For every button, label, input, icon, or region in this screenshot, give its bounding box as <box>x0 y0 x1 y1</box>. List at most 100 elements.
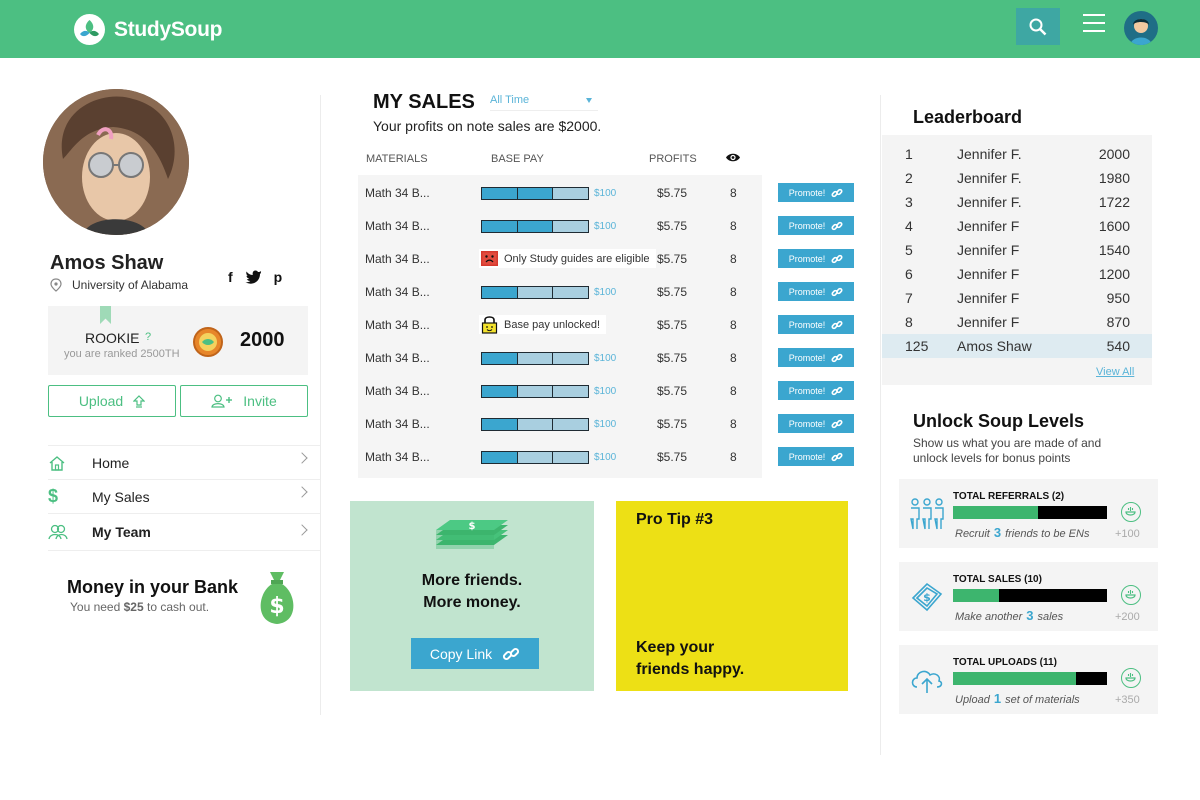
level-desc-prefix: Recruit <box>955 528 990 540</box>
base-pay-progress-bar <box>481 385 589 398</box>
base-pay-amount: $100 <box>594 188 617 199</box>
base-pay-progress-fill <box>482 353 517 364</box>
nav-item-home[interactable]: Home <box>48 445 320 479</box>
nav-label: My Team <box>92 524 151 540</box>
promote-button[interactable]: Promote! <box>778 282 854 301</box>
material-name[interactable]: Math 34 B... <box>365 285 430 299</box>
view-count: 8 <box>730 219 737 233</box>
leaderboard-rank: 3 <box>905 194 913 210</box>
unlock-levels-title: Unlock Soup Levels <box>913 411 1085 431</box>
material-name[interactable]: Math 34 B... <box>365 450 430 464</box>
promote-button[interactable]: Promote! <box>778 447 854 466</box>
link-icon <box>831 254 843 263</box>
eligibility-note-text: Base pay unlocked! <box>504 318 601 331</box>
svg-text:$: $ <box>269 594 284 619</box>
eligibility-note: Base pay unlocked! <box>479 315 607 334</box>
col-header-materials: MATERIALS <box>366 153 428 165</box>
level-desc-suffix: sales <box>1037 611 1064 623</box>
progress-divider <box>551 353 554 364</box>
leaderboard-row: 6 Jennifer F 1200 <box>882 262 1152 286</box>
invite-label: Invite <box>243 393 277 409</box>
base-pay-amount: $100 <box>594 353 617 364</box>
leaderboard-rank: 6 <box>905 266 913 282</box>
material-name[interactable]: Math 34 B... <box>365 252 430 266</box>
leaderboard-name: Amos Shaw <box>957 338 1032 354</box>
material-name[interactable]: Math 34 B... <box>365 384 430 398</box>
leaderboard-name: Jennifer F <box>957 314 1020 330</box>
invite-button[interactable]: Invite <box>180 385 308 417</box>
nav-item-my-sales[interactable]: $ My Sales <box>48 479 320 513</box>
period-value: All Time <box>490 94 530 106</box>
col-header-profits: PROFITS <box>649 153 697 165</box>
rank-subtitle: you are ranked 2500TH <box>64 348 180 360</box>
rank-badge-icon <box>193 327 223 357</box>
home-icon <box>48 455 92 471</box>
profit-amount: $5.75 <box>657 384 688 398</box>
copy-link-label: Copy Link <box>429 645 493 662</box>
rank-help-icon[interactable]: ? <box>145 331 151 343</box>
material-name[interactable]: Math 34 B... <box>365 186 430 200</box>
promote-button[interactable]: Promote! <box>778 216 854 235</box>
material-name[interactable]: Math 34 B... <box>365 417 430 431</box>
leaderboard-points: 950 <box>1106 290 1130 306</box>
level-title: TOTAL UPLOADS (11) <box>953 657 1057 668</box>
upload-cloud-icon <box>911 670 943 693</box>
period-select[interactable]: All Time <box>490 94 598 111</box>
pro-tip-card: Pro Tip #3 Keep your friends happy. <box>616 501 848 691</box>
base-pay-progress-bar <box>481 187 589 200</box>
leaderboard-points: 1980 <box>1098 170 1130 186</box>
table-row: Math 34 B... Only Study guides are eligib… <box>351 242 861 275</box>
base-pay-progress-fill <box>516 188 552 199</box>
base-pay-amount: $100 <box>594 419 617 430</box>
level-card: TOTAL REFERRALS (2) Recruit 3 friends to be… <box>899 479 1158 548</box>
promote-button[interactable]: Promote! <box>778 348 854 367</box>
upload-button[interactable]: Upload <box>48 385 176 417</box>
base-pay-amount: $100 <box>594 287 617 298</box>
base-pay-progress-bar <box>481 220 589 233</box>
leaderboard-name: Jennifer F. <box>957 170 1022 186</box>
leaderboard-title: Leaderboard <box>913 107 1023 127</box>
material-name[interactable]: Math 34 B... <box>365 318 430 332</box>
hamburger-menu-icon[interactable] <box>1083 14 1105 34</box>
progress-divider <box>516 386 519 397</box>
promote-button[interactable]: Promote! <box>778 315 854 334</box>
promote-button[interactable]: Promote! <box>778 381 854 400</box>
promote-button[interactable]: Promote! <box>778 414 854 433</box>
promote-button[interactable]: Promote! <box>778 249 854 268</box>
material-name[interactable]: Math 34 B... <box>365 351 430 365</box>
copy-link-button[interactable]: Copy Link <box>411 638 539 669</box>
school-name: University of Alabama <box>72 278 189 292</box>
link-icon <box>831 353 843 362</box>
promote-label: Promote! <box>788 385 826 396</box>
nav-item-my-team[interactable]: My Team <box>48 513 320 551</box>
promo-text: More friends. More money. <box>350 570 594 614</box>
bookmark-icon <box>100 306 111 324</box>
leaderboard-name: Jennifer F. <box>957 146 1022 162</box>
pinterest-icon[interactable]: p <box>274 269 283 285</box>
link-icon <box>831 320 843 329</box>
material-name[interactable]: Math 34 B... <box>365 219 430 233</box>
view-count: 8 <box>730 186 737 200</box>
profit-amount: $5.75 <box>657 417 688 431</box>
cashout-amount: $25 <box>123 600 144 614</box>
promote-button[interactable]: Promote! <box>778 183 854 202</box>
level-progress-bar <box>953 506 1107 519</box>
promote-label: Promote! <box>788 187 826 198</box>
user-avatar[interactable] <box>1124 11 1158 45</box>
base-pay-progress-fill <box>482 386 517 397</box>
twitter-icon[interactable] <box>245 269 262 284</box>
search-button[interactable] <box>1016 8 1060 45</box>
location-pin-icon <box>50 278 62 292</box>
pro-tip-line-2: friends happy. <box>636 661 745 678</box>
logo[interactable]: StudySoup <box>74 14 222 45</box>
promote-label: Promote! <box>788 220 826 231</box>
facebook-icon[interactable]: f <box>228 269 233 285</box>
leaderboard-row: 8 Jennifer F 870 <box>882 310 1152 334</box>
leaderboard-row: 4 Jennifer F 1600 <box>882 214 1152 238</box>
bank-subtitle: You need $25 to cash out. <box>70 600 209 614</box>
add-user-icon <box>211 394 233 408</box>
table-row: Math 34 B... $100 $5.75 8 Promote! <box>351 374 861 407</box>
leaderboard-row: 2 Jennifer F. 1980 <box>882 166 1152 190</box>
view-all-link[interactable]: View All <box>1096 366 1134 378</box>
profit-amount: $5.75 <box>657 450 688 464</box>
